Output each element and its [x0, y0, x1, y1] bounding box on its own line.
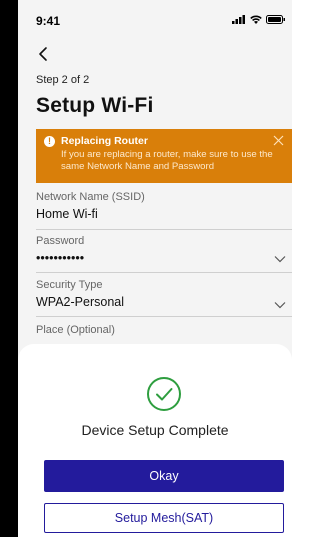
security-type-label: Security Type	[36, 279, 103, 291]
page-title: Setup Wi-Fi	[36, 94, 154, 117]
signal-icon	[232, 15, 245, 24]
alert-info-icon: !	[44, 136, 55, 147]
password-field[interactable]: Password •••••••••••	[36, 235, 292, 265]
alert-title: Replacing Router	[61, 135, 148, 147]
divider	[36, 272, 292, 273]
back-chevron-icon[interactable]	[36, 46, 52, 62]
chevron-down-icon[interactable]	[274, 301, 286, 309]
battery-icon	[266, 15, 285, 24]
alert-body: If you are replacing a router, make sure…	[61, 149, 273, 172]
status-time: 9:41	[36, 14, 61, 28]
ssid-field[interactable]: Network Name (SSID) Home Wi-fi	[36, 191, 292, 221]
phone-screen: 9:41 Step 2 of 2 Setup Wi-Fi ! Replacing…	[18, 0, 292, 537]
ssid-label: Network Name (SSID)	[36, 191, 145, 203]
check-circle-icon	[147, 377, 181, 411]
close-icon[interactable]	[273, 135, 284, 146]
setup-mesh-button[interactable]: Setup Mesh(SAT)	[44, 503, 284, 533]
setup-complete-message: Device Setup Complete	[81, 422, 229, 438]
step-indicator: Step 2 of 2	[36, 74, 90, 86]
place-field[interactable]: Place (Optional)	[36, 324, 292, 336]
ssid-value[interactable]: Home Wi-fi	[36, 207, 292, 221]
place-label: Place (Optional)	[36, 324, 115, 336]
status-icons	[232, 15, 286, 24]
divider	[36, 229, 292, 230]
wifi-icon	[250, 15, 262, 24]
device-frame-edge	[0, 0, 18, 537]
password-label: Password	[36, 235, 85, 247]
divider	[36, 316, 292, 317]
security-type-field[interactable]: Security Type WPA2-Personal	[36, 279, 292, 309]
security-type-value[interactable]: WPA2-Personal	[36, 295, 292, 309]
replacing-router-alert: ! Replacing Router If you are replacing …	[36, 129, 292, 183]
chevron-down-icon[interactable]	[274, 255, 286, 263]
password-value[interactable]: •••••••••••	[36, 251, 292, 265]
okay-button[interactable]: Okay	[44, 460, 284, 492]
status-bar: 9:41	[18, 0, 292, 40]
